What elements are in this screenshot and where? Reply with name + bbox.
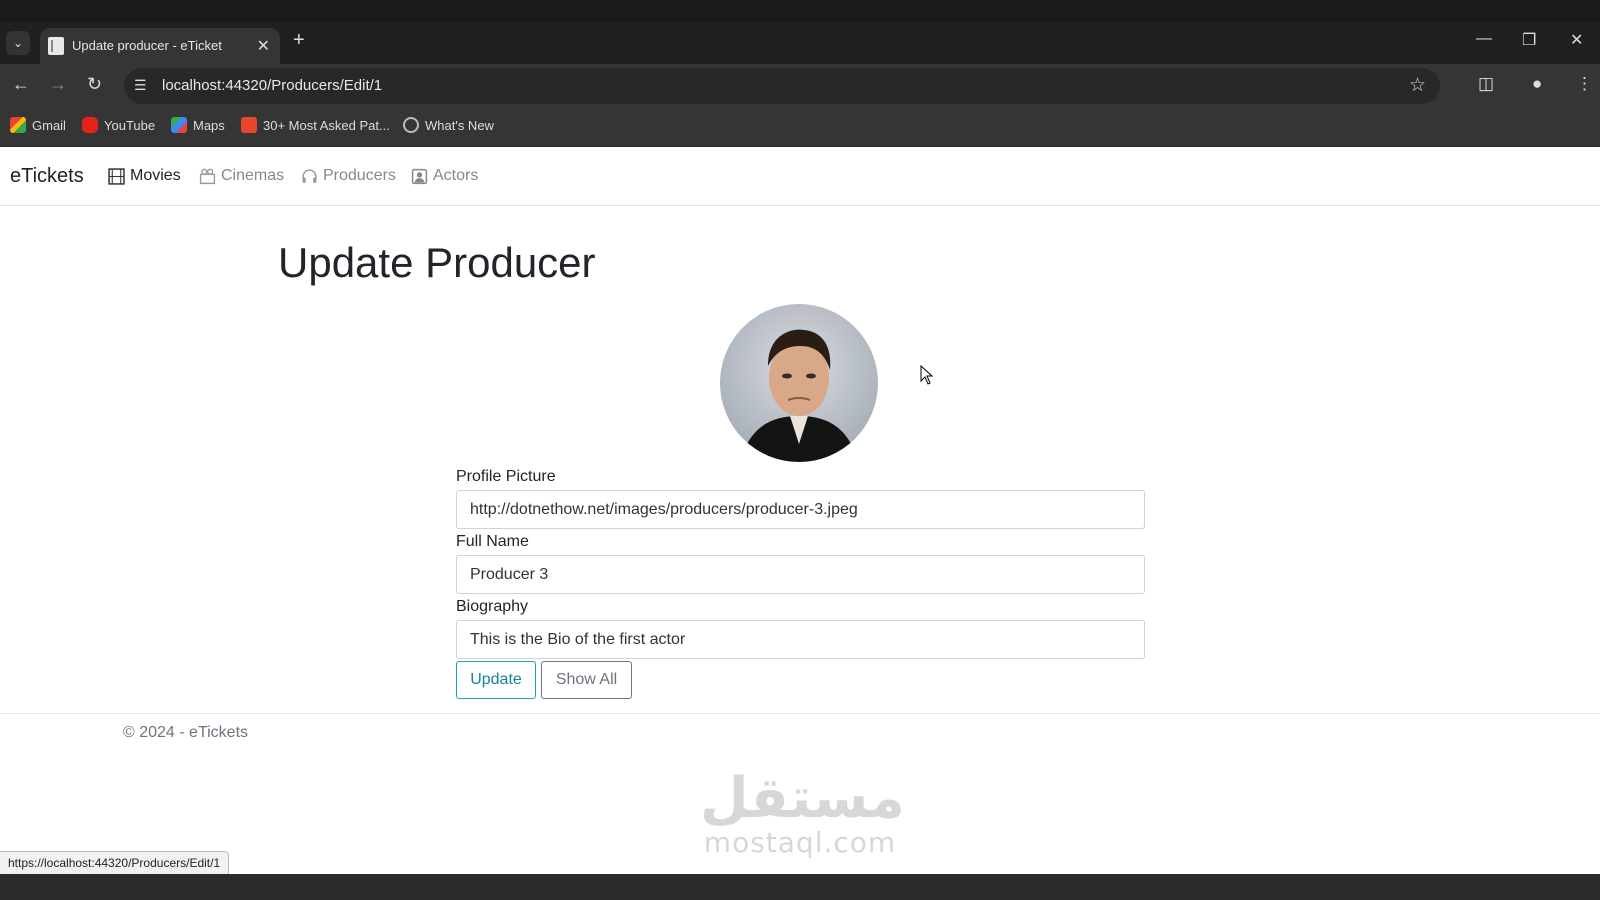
page-viewport: eTickets Movies Cinemas Producers Actors… [0, 147, 1600, 874]
biography-input[interactable] [456, 620, 1145, 659]
watermark-arabic: مستقل [700, 766, 905, 831]
back-icon[interactable]: ← [12, 74, 30, 95]
nav-label: Actors [433, 167, 479, 184]
chevron-down-icon: ⌄ [12, 36, 24, 50]
close-tab-icon[interactable]: ✕ [257, 36, 270, 56]
whats-new-icon [403, 117, 419, 133]
nav-label: Producers [323, 167, 396, 184]
bookmark-whats-new[interactable]: What's New [403, 117, 494, 133]
window-top-strip [0, 0, 1600, 22]
minimize-icon[interactable]: — [1476, 30, 1492, 48]
show-all-button[interactable]: Show All [541, 661, 632, 699]
maps-icon [171, 117, 187, 133]
watermark-latin: mostaql.com [703, 826, 897, 859]
bookmark-youtube[interactable]: YouTube [82, 117, 155, 133]
page-favicon-icon [48, 37, 64, 55]
brand-link[interactable]: eTickets [10, 165, 84, 188]
nav-cinemas[interactable]: Cinemas [199, 167, 284, 185]
mostaql-watermark: مستقل mostaql.com [700, 766, 905, 859]
bookmark-label: What's New [425, 117, 494, 133]
headset-icon [302, 168, 317, 183]
bookmark-star-icon[interactable]: ☆ [1409, 74, 1426, 97]
active-tab[interactable]: Update producer - eTicket ✕ [40, 28, 280, 64]
bookmark-gmail[interactable]: Gmail [10, 117, 66, 133]
update-button[interactable]: Update [456, 661, 536, 699]
browser-toolbar: ← → ↻ ☰ localhost:44320/Producers/Edit/1… [0, 64, 1600, 108]
building-icon [199, 168, 216, 184]
tab-bar: ⌄ Update producer - eTicket ✕ + — ❐ ✕ [0, 22, 1600, 64]
profile-picture-label: Profile Picture [456, 468, 556, 485]
profile-picture-input[interactable] [456, 490, 1145, 529]
reload-icon[interactable]: ↻ [87, 74, 102, 95]
close-window-icon[interactable]: ✕ [1570, 30, 1583, 50]
nav-label: Movies [130, 167, 181, 184]
nav-movies[interactable]: Movies [108, 167, 181, 185]
site-navbar: eTickets Movies Cinemas Producers Actors [0, 147, 1600, 206]
full-name-input[interactable] [456, 555, 1145, 594]
person-badge-icon [411, 168, 428, 184]
full-name-label: Full Name [456, 533, 529, 550]
page-title: Update Producer [278, 239, 596, 286]
link-status-bar: https://localhost:44320/Producers/Edit/1 [0, 851, 230, 875]
youtube-icon [82, 117, 98, 133]
biography-label: Biography [456, 598, 529, 615]
bookmark-patterns[interactable]: 30+ Most Asked Pat... [241, 117, 390, 133]
footer-copyright: © 2024 - eTickets [123, 724, 249, 741]
address-bar[interactable]: ☰ localhost:44320/Producers/Edit/1 ☆ [124, 68, 1440, 104]
window-bottom-strip [0, 874, 1600, 900]
bookmarks-bar: Gmail YouTube Maps 30+ Most Asked Pat...… [0, 108, 1600, 147]
profile-picture-preview [720, 304, 878, 462]
site-footer: © 2024 - eTickets [0, 713, 1600, 753]
bookmark-label: 30+ Most Asked Pat... [263, 117, 390, 133]
bookmark-label: Maps [193, 117, 225, 133]
site-settings-icon[interactable]: ☰ [134, 77, 152, 95]
tab-title: Update producer - eTicket [72, 38, 222, 53]
nav-label: Cinemas [221, 167, 285, 184]
mouse-cursor-icon [920, 365, 934, 385]
update-producer-form: Profile Picture Full Name Biography Upda… [456, 466, 1145, 699]
bookmark-label: YouTube [104, 117, 156, 133]
bookmark-site-icon [241, 117, 257, 133]
bookmark-maps[interactable]: Maps [171, 117, 225, 133]
menu-kebab-icon[interactable]: ⋮ [1576, 74, 1593, 94]
new-tab-button[interactable]: + [293, 29, 305, 52]
address-url[interactable]: localhost:44320/Producers/Edit/1 [162, 77, 382, 94]
form-actions: Update Show All [456, 661, 1145, 699]
film-icon [108, 167, 125, 185]
profile-icon[interactable]: ● [1532, 74, 1542, 94]
restore-icon[interactable]: ❐ [1522, 30, 1536, 50]
nav-producers[interactable]: Producers [301, 167, 396, 185]
forward-icon[interactable]: → [49, 74, 67, 95]
tab-search-button[interactable]: ⌄ [6, 31, 30, 55]
nav-actors[interactable]: Actors [411, 167, 478, 185]
gmail-icon [10, 117, 26, 133]
extensions-icon[interactable]: ◫ [1478, 74, 1494, 94]
bookmark-label: Gmail [32, 117, 66, 133]
